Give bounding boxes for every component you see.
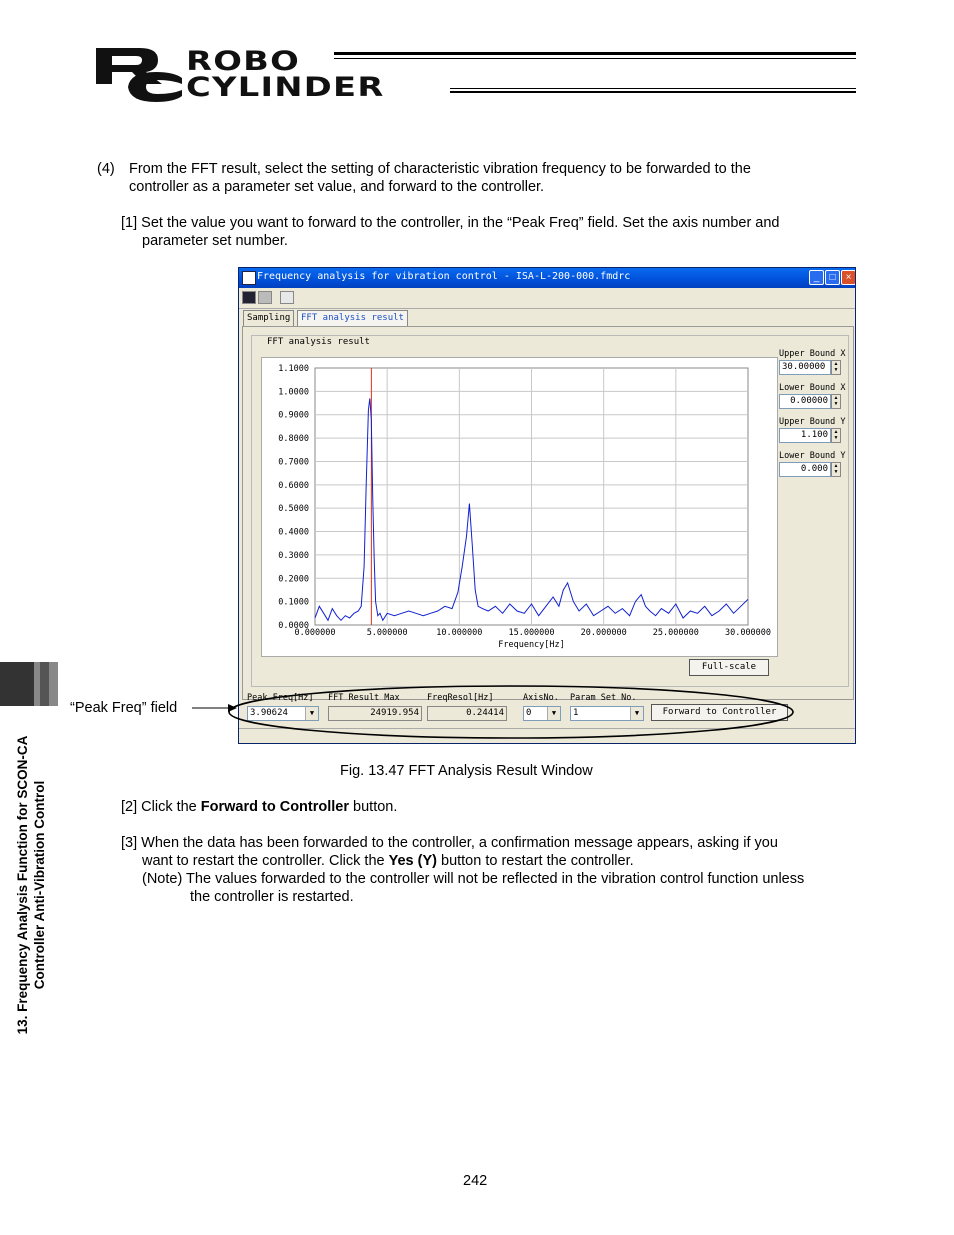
logo-text-cylinder: CYLINDER: [186, 72, 385, 103]
chart-area: 0.000000 5.000000 10.000000 15.000000 20.000…: [261, 357, 778, 657]
step1-line-2: parameter set number.: [142, 233, 288, 249]
step3-line2-prefix: want to restart the controller. Click th…: [142, 853, 385, 869]
maximize-icon[interactable]: □: [825, 270, 840, 285]
edit-icon[interactable]: [280, 291, 294, 304]
step2-text: [2] Click the Forward to Controller butt…: [121, 798, 397, 816]
window-toolbar: [239, 288, 855, 309]
full-scale-button[interactable]: Full-scale: [689, 659, 769, 676]
figure-caption: Fig. 13.47 FFT Analysis Result Window: [340, 763, 593, 779]
step3-note-line-2: the controller is restarted.: [190, 889, 354, 905]
x-tick-label: 30.000000: [725, 628, 771, 638]
lower-bound-x-input[interactable]: 0.00000: [779, 394, 831, 409]
page-number: 242: [463, 1173, 488, 1189]
header-rule-top: [334, 52, 856, 55]
step3-line2-bold: Yes (Y): [388, 853, 437, 869]
y-tick-label: 0.7000: [278, 457, 309, 467]
upper-bound-y-input[interactable]: 1.100: [779, 428, 831, 443]
print-icon[interactable]: [258, 291, 272, 304]
y-tick-label: 1.0000: [278, 387, 309, 397]
y-tick-label: 0.9000: [278, 411, 309, 421]
lower-bound-y-input[interactable]: 0.000: [779, 462, 831, 477]
logo-text-robo: ROBO: [186, 46, 301, 77]
intro-item-number: (4): [97, 161, 115, 177]
upper-bound-y-label: Upper Bound Y: [779, 417, 846, 427]
tab-sampling[interactable]: Sampling: [243, 310, 295, 326]
chapter-side-title-line-2: Controller Anti-Vibration Control: [32, 780, 47, 990]
close-icon[interactable]: ×: [841, 270, 855, 285]
y-tick-label: 0.5000: [278, 504, 309, 514]
robo-cylinder-logo-mark: [96, 48, 182, 102]
header-rule-bottom: [450, 91, 856, 93]
window-title: Frequency analysis for vibration control…: [257, 271, 631, 282]
lower-bound-y-label: Lower Bound Y: [779, 451, 846, 461]
step2-suffix: button.: [353, 799, 398, 815]
header-rule-top-thin: [334, 58, 856, 59]
minimize-icon[interactable]: _: [809, 270, 824, 285]
y-tick-label: 1.1000: [278, 364, 309, 374]
lower-bound-x-label: Lower Bound X: [779, 383, 846, 393]
x-tick-label: 15.000000: [508, 628, 554, 638]
y-tick-label: 0.6000: [278, 481, 309, 491]
x-axis-label: Frequency[Hz]: [498, 640, 565, 650]
step3-line-1: [3] When the data has been forwarded to …: [121, 835, 778, 851]
intro-line-2: controller as a parameter set value, and…: [129, 179, 545, 195]
upper-bound-y-spinner[interactable]: ▲ ▼: [831, 428, 841, 443]
lower-bound-y-spinner[interactable]: ▲ ▼: [831, 462, 841, 477]
fft-result-groupbox: FFT analysis result 0.000000 5.000000 10.0…: [251, 335, 849, 687]
upper-bound-x-spinner[interactable]: ▲ ▼: [831, 360, 841, 375]
fft-analysis-window: Frequency analysis for vibration control…: [238, 267, 856, 744]
x-tick-label: 5.000000: [367, 628, 408, 638]
y-tick-label: 0.2000: [278, 574, 309, 584]
header-rule-bottom-thin: [450, 88, 856, 89]
upper-bound-x-input[interactable]: 30.00000: [779, 360, 831, 375]
groupbox-title: FFT analysis result: [265, 337, 372, 347]
y-tick-label: 0.4000: [278, 528, 309, 538]
y-tick-label: 0.3000: [278, 551, 309, 561]
x-tick-label: 10.000000: [436, 628, 482, 638]
upper-bound-x-label: Upper Bound X: [779, 349, 846, 359]
y-tick-label: 0.8000: [278, 434, 309, 444]
fft-chart: 0.000000 5.000000 10.000000 15.000000 20.000…: [278, 364, 771, 650]
lower-bound-x-spinner[interactable]: ▲ ▼: [831, 394, 841, 409]
app-icon: [242, 271, 256, 285]
chapter-side-title: 13. Frequency Analysis Function for SCON…: [14, 700, 48, 1070]
step3-line-2: want to restart the controller. Click th…: [142, 852, 634, 870]
step3-note-line-1: (Note) The values forwarded to the contr…: [142, 871, 805, 887]
callout-arrow-icon: [192, 704, 237, 712]
step2-bold: Forward to Controller: [200, 799, 350, 815]
peak-freq-callout-label: “Peak Freq” field: [70, 700, 178, 716]
intro-line-1: From the FFT result, select the setting …: [129, 161, 751, 177]
save-icon[interactable]: [242, 291, 256, 304]
tab-fft-analysis-result[interactable]: FFT analysis result: [297, 310, 408, 326]
x-tick-label: 20.000000: [581, 628, 627, 638]
step1-line-1: [1] Set the value you want to forward to…: [121, 215, 780, 231]
chapter-side-title-line-1: 13. Frequency Analysis Function for SCON…: [15, 735, 30, 1035]
peak-freq-callout-ellipse: [228, 685, 794, 739]
x-tick-label: 25.000000: [653, 628, 699, 638]
step2-prefix: [2] Click the: [121, 799, 197, 815]
window-title-bar: Frequency analysis for vibration control…: [239, 268, 855, 288]
tab-panel: FFT analysis result 0.000000 5.000000 10.0…: [242, 326, 854, 700]
y-tick-label: 0.1000: [278, 598, 309, 608]
step3-line2-suffix: button to restart the controller.: [441, 853, 634, 869]
y-tick-label: 0.0000: [278, 621, 309, 631]
